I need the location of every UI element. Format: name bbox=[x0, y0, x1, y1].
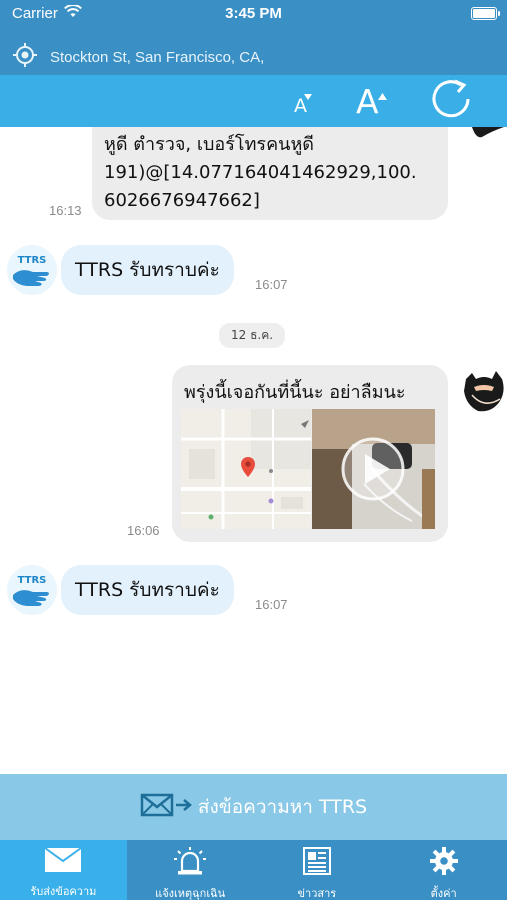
font-decrease-button[interactable]: A bbox=[282, 75, 326, 127]
ttrs-avatar-text: TTRS bbox=[18, 255, 47, 266]
tab-label: ข่าวสาร bbox=[297, 887, 337, 900]
tab-label: รับส่งข้อความ bbox=[30, 885, 97, 898]
map-direction-icon bbox=[301, 413, 309, 432]
incoming-message-bubble[interactable]: TTRS รับทราบค่ะ bbox=[61, 245, 234, 295]
message-time: 16:13 bbox=[49, 203, 82, 218]
status-bar: Carrier 3:45 PM bbox=[0, 0, 507, 28]
tab-messages[interactable]: รับส่งข้อความ bbox=[0, 840, 127, 900]
font-decrease-label: A bbox=[294, 95, 307, 117]
message-line: 6026676947662] bbox=[104, 190, 260, 211]
map-thumbnail[interactable] bbox=[181, 409, 311, 529]
location-text: Stockton St, San Francisco, CA, bbox=[50, 48, 265, 66]
user-avatar bbox=[470, 127, 506, 145]
message-text: พรุ่งนี้เจอกันที่นี้นะ อย่าลืมนะ bbox=[184, 382, 406, 403]
incoming-message-bubble[interactable]: TTRS รับทราบค่ะ bbox=[61, 565, 234, 615]
mail-icon bbox=[44, 847, 82, 877]
news-icon bbox=[302, 847, 331, 879]
ttrs-avatar: TTRS bbox=[7, 565, 57, 615]
font-increase-label: A bbox=[356, 82, 379, 121]
tab-emergency[interactable]: แจ้งเหตุฉุกเฉิน bbox=[127, 840, 254, 900]
message-text: TTRS รับทราบค่ะ bbox=[75, 259, 220, 281]
send-message-button[interactable]: ส่งข้อความหา TTRS bbox=[0, 774, 507, 840]
ttrs-avatar: TTRS bbox=[7, 245, 57, 295]
message-text: TTRS รับทราบค่ะ bbox=[75, 579, 220, 601]
send-message-label: ส่งข้อความหา TTRS bbox=[197, 796, 368, 818]
location-target-icon[interactable] bbox=[12, 42, 38, 72]
gear-icon bbox=[429, 847, 458, 879]
message-time: 16:07 bbox=[255, 597, 288, 612]
chat-area[interactable]: หูดี ตำรวจ, เบอร์โทรคนหูดี 191)@[14.0771… bbox=[0, 127, 507, 774]
message-line: 191)@[14.077164041462929,100. bbox=[104, 162, 417, 183]
refresh-icon bbox=[431, 78, 473, 124]
tab-settings[interactable]: ตั้งค่า bbox=[380, 840, 507, 900]
refresh-button[interactable] bbox=[428, 75, 476, 127]
map-pin-icon bbox=[241, 457, 255, 481]
location-bar[interactable]: Stockton St, San Francisco, CA, bbox=[12, 42, 264, 72]
user-avatar bbox=[462, 365, 506, 415]
font-toolbar: A A bbox=[0, 75, 507, 127]
message-time: 16:06 bbox=[127, 523, 160, 538]
clock: 3:45 PM bbox=[225, 5, 282, 22]
ttrs-avatar-text: TTRS bbox=[18, 575, 47, 586]
date-divider: 12 ธ.ค. bbox=[219, 323, 286, 348]
tab-label: ตั้งค่า bbox=[430, 887, 457, 900]
outgoing-message-bubble[interactable]: หูดี ตำรวจ, เบอร์โทรคนหูดี 191)@[14.0771… bbox=[92, 127, 448, 220]
tab-label: แจ้งเหตุฉุกเฉิน bbox=[155, 887, 226, 900]
tab-news[interactable]: ข่าวสาร bbox=[254, 840, 381, 900]
play-icon[interactable] bbox=[340, 436, 406, 506]
siren-icon bbox=[173, 847, 207, 879]
message-time: 16:07 bbox=[255, 277, 288, 292]
video-thumbnail[interactable] bbox=[312, 409, 435, 529]
font-increase-arrow-icon bbox=[378, 85, 387, 104]
mail-arrow-icon bbox=[140, 792, 192, 822]
battery-icon bbox=[471, 7, 500, 20]
app-header: Carrier 3:45 PM Stockton St, San Francis… bbox=[0, 0, 507, 75]
outgoing-media-message-bubble[interactable]: พรุ่งนี้เจอกันที่นี้นะ อย่าลืมนะ bbox=[172, 365, 448, 542]
message-line: หูดี ตำรวจ, เบอร์โทรคนหูดี bbox=[104, 134, 314, 155]
font-increase-button[interactable]: A bbox=[346, 75, 396, 127]
tab-bar: รับส่งข้อความ แจ้งเหตุฉุกเฉิน ข่าวสาร ตั… bbox=[0, 840, 507, 900]
